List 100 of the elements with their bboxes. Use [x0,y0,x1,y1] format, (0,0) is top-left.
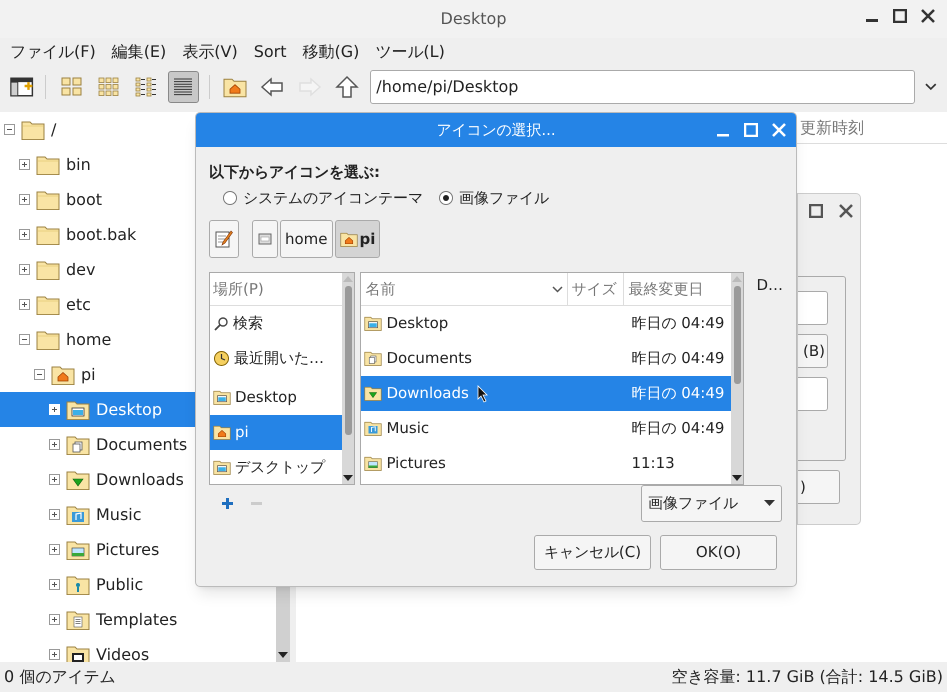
source-radio[interactable]: 画像ファイル [439,186,549,209]
pencil-note-icon [215,230,233,248]
tree-label: / [51,118,56,140]
chevron-down-icon[interactable] [925,83,937,91]
place-item[interactable]: 検索 [210,306,342,341]
dialog-button[interactable]: キャンセル(C) [534,535,651,570]
tree-label: Desktop [96,398,162,420]
desktop-folder-icon [213,389,231,406]
expand-icon[interactable] [49,544,60,555]
browse-button[interactable]: (B) [798,334,828,368]
expand-icon[interactable] [19,159,30,170]
small-icons-view-icon [98,77,120,97]
scroll-thumb[interactable] [344,286,352,435]
file-row[interactable]: Pictures 11:13 [361,446,732,481]
dialog-button[interactable]: OK(O) [660,535,777,570]
expand-icon[interactable] [49,474,60,485]
drive-icon [258,232,272,246]
input-field[interactable] [798,377,828,411]
folder-icon [36,258,60,280]
expand-icon[interactable] [19,194,30,205]
home-folder-icon [51,364,75,386]
scrollbar[interactable] [342,273,354,484]
status-free-space: 空き容量: 11.7 GiB (合計: 14.5 GiB) [671,666,943,688]
place-item[interactable]: デスクトップ [210,450,342,484]
column-header[interactable]: 名前 [361,273,568,305]
expand-icon[interactable] [49,509,60,520]
collapse-icon[interactable] [34,369,45,380]
tree-label: Documents [96,434,188,456]
menu-item[interactable]: 編集(E) [112,40,166,64]
folder-icon [36,328,60,350]
menu-item[interactable]: Sort [254,40,287,64]
path-button[interactable] [252,220,278,258]
desktop-folder-icon [364,315,382,332]
downloads-folder-icon [364,385,382,402]
expand-icon[interactable] [19,264,30,275]
scroll-down-icon[interactable] [343,475,354,481]
modified-time: 昨日の 04:49 [630,348,726,370]
menu-item[interactable]: ファイル(F) [10,40,96,64]
column-header[interactable]: 最終変更日 [624,273,732,305]
path-field[interactable]: /home/pi/Desktop [370,70,916,104]
tree-item[interactable]: Music [0,497,276,532]
tree-label: Downloads [96,468,184,490]
dialog-title: アイコンの選択... [436,120,556,141]
tree-label: boot.bak [66,224,136,246]
expand-icon[interactable] [49,649,60,660]
view-mode-button[interactable] [168,71,199,103]
close-icon[interactable] [839,204,853,218]
input-field[interactable] [798,291,828,325]
collapse-icon[interactable] [4,124,15,135]
compact-view-icon [135,77,158,97]
menu-item[interactable]: 表示(V) [182,40,238,64]
file-name: Downloads [386,383,469,404]
tree-item[interactable]: boot.bak [0,217,276,252]
maximize-icon[interactable] [809,204,823,218]
list-view-icon [172,77,194,97]
sort-down-icon [552,286,564,292]
home-folder-icon [213,424,231,441]
folder-icon [36,224,60,246]
column-header[interactable]: サイズ [568,273,624,305]
file-row[interactable]: Desktop 昨日の 04:49 [361,306,732,341]
menu-item[interactable]: 移動(G) [302,40,360,64]
new-window-icon[interactable] [10,76,36,98]
file-row[interactable]: Downloads 昨日の 04:49 [361,376,732,411]
menu-item[interactable]: ツール(L) [375,40,445,64]
source-radio[interactable]: システムのアイコンテーマ [223,186,423,209]
path-button[interactable]: home [280,220,333,258]
clock-icon [213,350,230,367]
tree-item[interactable]: Public [0,567,276,602]
expand-icon[interactable] [49,439,60,450]
add-icon[interactable] [221,496,234,510]
path-button[interactable]: pi [334,220,380,258]
filter-dropdown[interactable]: 画像ファイル [641,484,782,522]
file-row[interactable]: Music 昨日の 04:49 [361,411,732,446]
place-item[interactable]: 最近開いた… [210,341,342,376]
collapse-icon[interactable] [19,334,30,345]
tree-label: Videos [96,644,150,662]
close-icon[interactable] [921,9,935,23]
expand-icon[interactable] [19,229,30,240]
scrollbar[interactable] [731,273,744,484]
public-folder-icon [66,574,90,596]
radio-icon[interactable] [439,190,453,205]
scroll-down-icon[interactable] [278,652,288,658]
tree-item[interactable]: Videos [0,637,276,662]
tree-item[interactable]: Templates [0,602,276,637]
tree-item[interactable]: / [0,112,276,147]
dialog-button[interactable]: ) [798,470,840,504]
edit-location-button[interactable] [209,220,239,258]
place-item[interactable]: pi [210,415,342,450]
expand-icon[interactable] [19,299,30,310]
folder-icon [36,294,60,316]
file-row[interactable]: Documents 昨日の 04:49 [361,341,732,376]
tree-label: etc [66,294,91,316]
tree-item[interactable]: Pictures [0,532,276,567]
radio-icon[interactable] [223,190,237,205]
scroll-down-icon[interactable] [732,475,742,481]
home-folder-icon [223,76,248,98]
expand-icon[interactable] [49,579,60,590]
maximize-icon[interactable] [893,9,907,23]
scroll-thumb[interactable] [734,286,741,384]
expand-icon[interactable] [49,614,60,625]
